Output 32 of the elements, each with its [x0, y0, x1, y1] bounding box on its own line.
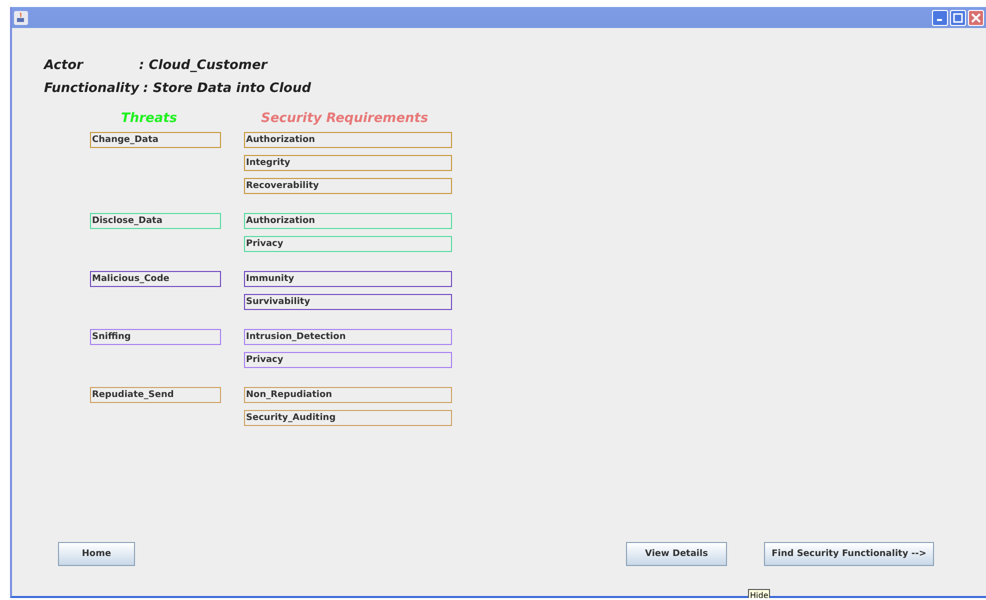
requirement-label: Authorization — [244, 213, 452, 229]
field-value: : Cloud_Customer — [139, 58, 268, 73]
requirement-label: Security_Auditing — [244, 410, 452, 426]
threat-label: Repudiate_Send — [90, 387, 221, 403]
requirement-label: Non_Repudiation — [244, 387, 452, 403]
threat-label: Disclose_Data — [90, 213, 221, 229]
coffee-cup-icon — [14, 10, 28, 24]
requirement-label: Recoverability — [244, 178, 452, 194]
requirement-label: Intrusion_Detection — [244, 329, 452, 345]
close-button[interactable] — [968, 10, 984, 26]
requirement-label: Authorization — [244, 132, 452, 148]
requirement-label: Privacy — [244, 352, 452, 368]
requirements-heading: Security Requirements — [261, 110, 428, 126]
requirement-label: Immunity — [244, 271, 452, 287]
find-security-functionality-button[interactable]: Find Security Functionality --> — [764, 542, 934, 566]
threat-label: Malicious_Code — [90, 271, 221, 287]
requirement-label: Integrity — [244, 155, 452, 171]
maximize-button[interactable] — [950, 10, 966, 26]
threat-label: Change_Data — [90, 132, 221, 148]
view-details-button[interactable]: View Details — [626, 542, 727, 566]
requirement-label: Survivability — [244, 294, 452, 310]
home-button[interactable]: Home — [58, 542, 135, 566]
close-icon — [971, 12, 981, 22]
field-label: Functionality — [44, 81, 140, 96]
maximize-icon — [953, 12, 963, 22]
field-label: Actor — [44, 58, 84, 73]
requirement-label: Privacy — [244, 236, 452, 252]
tooltip: Hide — [748, 589, 770, 598]
threat-label: Sniffing — [90, 329, 221, 345]
field-value: : Store Data into Cloud — [143, 81, 312, 96]
minimize-button[interactable] — [932, 10, 948, 26]
threats-heading: Threats — [121, 110, 178, 126]
